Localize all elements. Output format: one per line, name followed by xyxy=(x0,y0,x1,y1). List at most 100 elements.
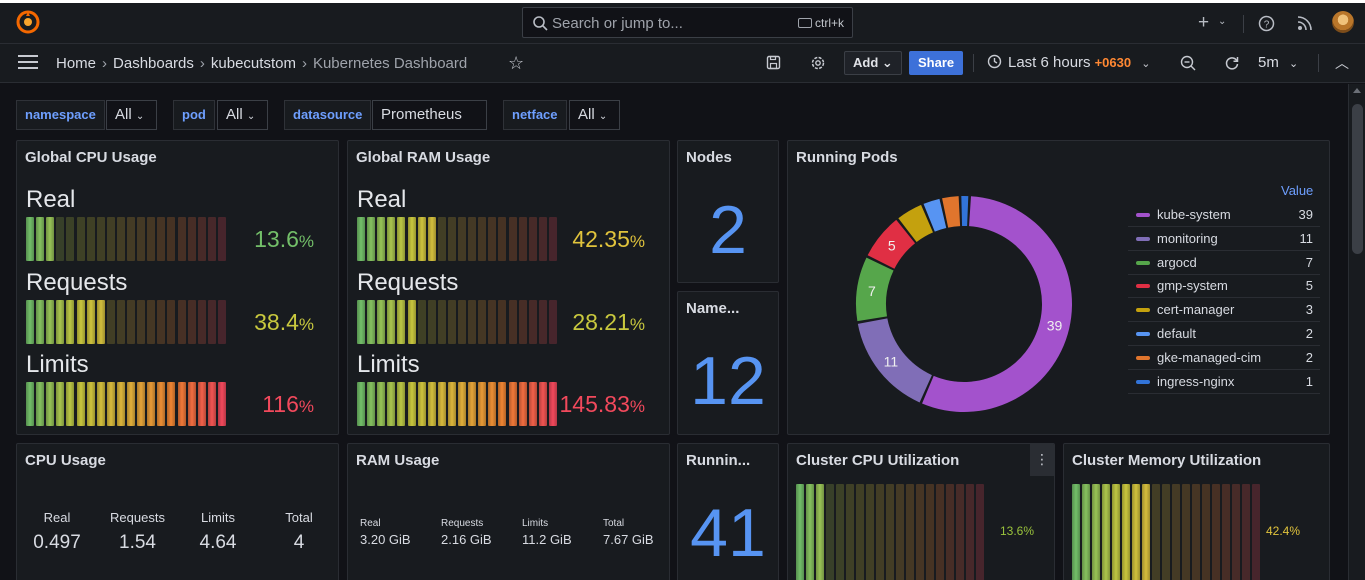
legend-name: kube-system xyxy=(1157,207,1231,222)
refresh-interval-picker[interactable]: 5m ⌄ xyxy=(1258,54,1298,71)
cluster-cpu-bar-segment xyxy=(806,484,814,580)
donut-slice-ingress-nginx[interactable] xyxy=(961,196,969,227)
legend-item[interactable]: kube-system 39 xyxy=(1128,203,1320,227)
rss-icon[interactable] xyxy=(1297,16,1312,31)
chevron-down-icon[interactable]: ⌄ xyxy=(1218,16,1226,27)
nodes-value: 2 xyxy=(709,192,747,268)
global-ram-real-bar-segment xyxy=(417,217,426,261)
var-pod-label: pod xyxy=(173,100,215,130)
legend-item[interactable]: default 2 xyxy=(1128,322,1320,346)
legend-item[interactable]: monitoring 11 xyxy=(1128,227,1320,251)
chevron-up-icon[interactable]: ︿ xyxy=(1335,53,1349,73)
stat-label: Total xyxy=(285,510,313,525)
kebab-menu-icon[interactable]: ⋮ xyxy=(1030,444,1054,476)
stat-ram-requests: Requests 2.16 GiB xyxy=(441,518,492,547)
scroll-up-arrow[interactable] xyxy=(1353,88,1361,93)
legend-swatch xyxy=(1136,355,1150,360)
legend-name: ingress-nginx xyxy=(1157,373,1235,389)
legend-name: monitoring xyxy=(1157,230,1218,246)
global-cpu-requests-bar-segment xyxy=(86,300,95,344)
legend-value: 39 xyxy=(1298,207,1313,222)
cluster-cpu-bar-segment xyxy=(966,484,974,580)
legend-item[interactable]: cert-manager 3 xyxy=(1128,298,1320,323)
hamburger-icon[interactable] xyxy=(18,55,38,69)
breadcrumb-dashboards[interactable]: Dashboards xyxy=(113,55,194,72)
var-pod-value: All xyxy=(226,106,243,123)
shortcut-text: ctrl+k xyxy=(814,16,844,30)
legend-item[interactable]: gmp-system 5 xyxy=(1128,274,1320,299)
save-icon[interactable] xyxy=(766,55,781,70)
panel-nodes[interactable]: Nodes 2 xyxy=(677,140,779,283)
global-ram-requests-bar-segment xyxy=(488,300,497,344)
global-cpu-limits-bar-segment xyxy=(56,382,65,426)
search-input[interactable]: Search or jump to... ctrl+k xyxy=(522,7,853,38)
var-datasource-label: datasource xyxy=(284,100,372,130)
cluster-memory-bar-segment xyxy=(1072,484,1080,580)
scroll-thumb[interactable] xyxy=(1352,104,1363,254)
global-ram-requests-bar-segment xyxy=(468,300,477,344)
global-ram-real-bar-segment xyxy=(357,217,365,261)
legend-item[interactable]: gke-managed-cim 2 xyxy=(1128,346,1320,370)
legend-value: 3 xyxy=(1305,302,1313,318)
donut-slice-kube-system[interactable] xyxy=(922,196,1072,412)
panel-running-pods-count[interactable]: Runnin... 41 xyxy=(677,443,779,580)
global-ram-real-bar-segment xyxy=(397,217,406,261)
var-netface-select[interactable]: All ⌄ xyxy=(569,100,620,130)
legend-item[interactable]: argocd 7 xyxy=(1128,251,1320,275)
cluster-memory-bar-segment xyxy=(1082,484,1090,580)
var-namespace-select[interactable]: All ⌄ xyxy=(106,100,157,130)
var-namespace-value: All xyxy=(115,106,132,123)
value-unit: % xyxy=(298,315,314,334)
panel-title: Cluster CPU Utilization xyxy=(796,452,960,469)
plus-icon[interactable]: + xyxy=(1198,12,1209,34)
global-cpu-limits-bar-segment xyxy=(36,382,45,426)
legend-swatch xyxy=(1136,379,1150,384)
global-cpu-requests-bar-segment xyxy=(137,300,146,344)
grafana-logo-icon[interactable] xyxy=(16,10,40,34)
share-button[interactable]: Share xyxy=(909,51,964,75)
divider xyxy=(1243,15,1244,33)
stat-label: Limits xyxy=(201,510,235,525)
global-cpu-real-bar-segment xyxy=(147,217,156,261)
donut-slice-label: 11 xyxy=(884,353,899,369)
cluster-memory-bar-segment xyxy=(1132,484,1140,580)
cluster-memory-bar-segment xyxy=(1142,484,1150,580)
help-icon[interactable]: ? xyxy=(1258,15,1275,32)
global-cpu-requests-bar-segment xyxy=(177,300,186,344)
time-picker[interactable]: Last 6 hours +0630 ⌄ xyxy=(987,54,1150,71)
page-scrollbar[interactable] xyxy=(1348,84,1365,580)
global-cpu-requests-bar-segment xyxy=(116,300,125,344)
global-cpu-real-bar-segment xyxy=(36,217,45,261)
breadcrumb-home[interactable]: Home xyxy=(56,55,96,72)
refresh-icon[interactable] xyxy=(1224,55,1240,71)
cluster-memory-bar-gauge xyxy=(1072,484,1262,580)
gear-icon[interactable] xyxy=(810,55,826,71)
global-cpu-limits-bar-segment xyxy=(96,382,105,426)
add-button[interactable]: Add ⌄ xyxy=(844,51,902,75)
global-ram-real-bar-segment xyxy=(407,217,416,261)
global-ram-limits-bar-segment xyxy=(377,382,386,426)
var-datasource-select[interactable]: Prometheus ⌄ xyxy=(372,100,487,150)
star-icon[interactable]: ☆ xyxy=(508,53,524,74)
global-cpu-requests-bar-segment xyxy=(207,300,216,344)
var-pod-select[interactable]: All ⌄ xyxy=(217,100,268,130)
avatar[interactable] xyxy=(1332,11,1354,33)
cluster-cpu-bar-segment xyxy=(856,484,864,580)
zoom-out-icon[interactable] xyxy=(1180,55,1196,71)
chevron-down-icon: ⌄ xyxy=(1289,58,1299,70)
global-ram-limits-bar-segment xyxy=(528,382,537,426)
global-ram-requests-bar-segment xyxy=(458,300,466,344)
cluster-memory-bar-segment xyxy=(1162,484,1170,580)
legend-item[interactable]: ingress-nginx 1 xyxy=(1128,370,1320,394)
panel-namespaces[interactable]: Name... 12 xyxy=(677,291,779,435)
global-ram-limits-bar-segment xyxy=(417,382,426,426)
panel-cluster-memory-utilization[interactable]: Cluster Memory Utilization 42.4% xyxy=(1063,443,1330,580)
panel-global-ram-usage[interactable]: Global RAM Usage Real 42.35% Requests 28.21… xyxy=(347,140,670,435)
panel-cluster-cpu-utilization[interactable]: Cluster CPU Utilization ⋮ 13.6% xyxy=(787,443,1055,580)
breadcrumb-folder[interactable]: kubecutstom xyxy=(211,55,296,72)
panel-ram-usage[interactable]: RAM Usage Real 3.20 GiB Requests 2.16 GiB … xyxy=(347,443,670,580)
panel-cpu-usage[interactable]: CPU Usage Real 0.497 Requests 1.54 Limits 4… xyxy=(16,443,339,580)
cluster-cpu-bar-segment xyxy=(836,484,844,580)
panel-global-cpu-usage[interactable]: Global CPU Usage Real 13.6% Requests 38.4% L… xyxy=(16,140,339,435)
cluster-memory-bar-segment xyxy=(1092,484,1100,580)
